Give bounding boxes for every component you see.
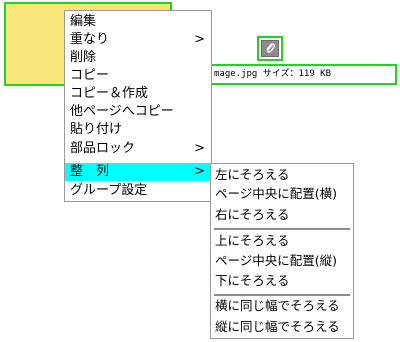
submenu-arrow-icon: >	[194, 164, 205, 179]
submenu-divider	[214, 294, 350, 296]
menu-item-copy-create[interactable]: コピー＆作成	[65, 85, 211, 103]
menu-item-label: コピー	[70, 68, 110, 83]
align-center-vertical-item[interactable]: ページ中央に配置(縦)	[211, 252, 353, 270]
menu-item-label: 重なり	[70, 32, 110, 47]
menu-item-label: 削除	[70, 50, 97, 65]
menu-item-order[interactable]: 重なり >	[65, 31, 211, 49]
menu-item-label: 貼り付け	[70, 122, 123, 137]
file-info-label[interactable]: mage.jpg サイズ：119 KB	[200, 64, 397, 85]
menu-item-align[interactable]: 整 列 >	[65, 163, 211, 181]
menu-item-label: 編集	[70, 14, 97, 29]
menu-item-label: コピー＆作成	[70, 86, 149, 101]
submenu-item-label: ページ中央に配置(横)	[215, 186, 338, 201]
menu-item-copy-to-page[interactable]: 他ページへコピー	[65, 103, 211, 121]
submenu-item-label: ページ中央に配置(縦)	[215, 253, 338, 268]
distribute-vertical-item[interactable]: 縦に同じ幅でそろえる	[211, 318, 353, 336]
menu-item-delete[interactable]: 削除	[65, 49, 211, 67]
paperclip-icon	[261, 40, 279, 57]
submenu-arrow-icon: >	[194, 32, 205, 47]
align-left-item[interactable]: 左にそろえる	[211, 166, 353, 184]
submenu-item-label: 縦に同じ幅でそろえる	[215, 319, 340, 334]
attachment-object[interactable]	[257, 36, 283, 61]
menu-item-label: グループ設定	[70, 183, 148, 198]
align-top-item[interactable]: 上にそろえる	[211, 232, 353, 250]
menu-item-label: 他ページへコピー	[70, 104, 174, 119]
canvas: mage.jpg サイズ：119 KB 編集 重なり > 削除 コピー コピー＆…	[0, 0, 400, 342]
menu-item-copy[interactable]: コピー	[65, 67, 211, 85]
menu-item-paste[interactable]: 貼り付け	[65, 121, 211, 139]
context-menu: 編集 重なり > 削除 コピー コピー＆作成 他ページへコピー 貼り付け 部品ロ…	[64, 10, 212, 202]
menu-item-lock[interactable]: 部品ロック >	[65, 140, 211, 158]
submenu-item-label: 右にそろえる	[215, 207, 290, 222]
menu-item-group[interactable]: グループ設定	[65, 182, 211, 200]
align-submenu: 左にそろえる ページ中央に配置(横) 右にそろえる 上にそろえる ページ中央に配…	[210, 163, 354, 339]
submenu-item-label: 上にそろえる	[215, 233, 290, 248]
align-center-horizontal-item[interactable]: ページ中央に配置(横)	[211, 185, 353, 203]
menu-item-edit[interactable]: 編集	[65, 13, 211, 31]
submenu-arrow-icon: >	[194, 141, 205, 156]
align-right-item[interactable]: 右にそろえる	[211, 206, 353, 224]
align-bottom-item[interactable]: 下にそろえる	[211, 272, 353, 290]
submenu-divider	[214, 228, 350, 230]
submenu-item-label: 左にそろえる	[215, 167, 290, 182]
submenu-item-label: 横に同じ幅でそろえる	[215, 298, 340, 313]
submenu-item-label: 下にそろえる	[215, 273, 290, 288]
menu-item-label: 部品ロック	[70, 141, 136, 156]
distribute-horizontal-item[interactable]: 横に同じ幅でそろえる	[211, 297, 353, 315]
menu-item-label: 整 列	[70, 164, 110, 179]
